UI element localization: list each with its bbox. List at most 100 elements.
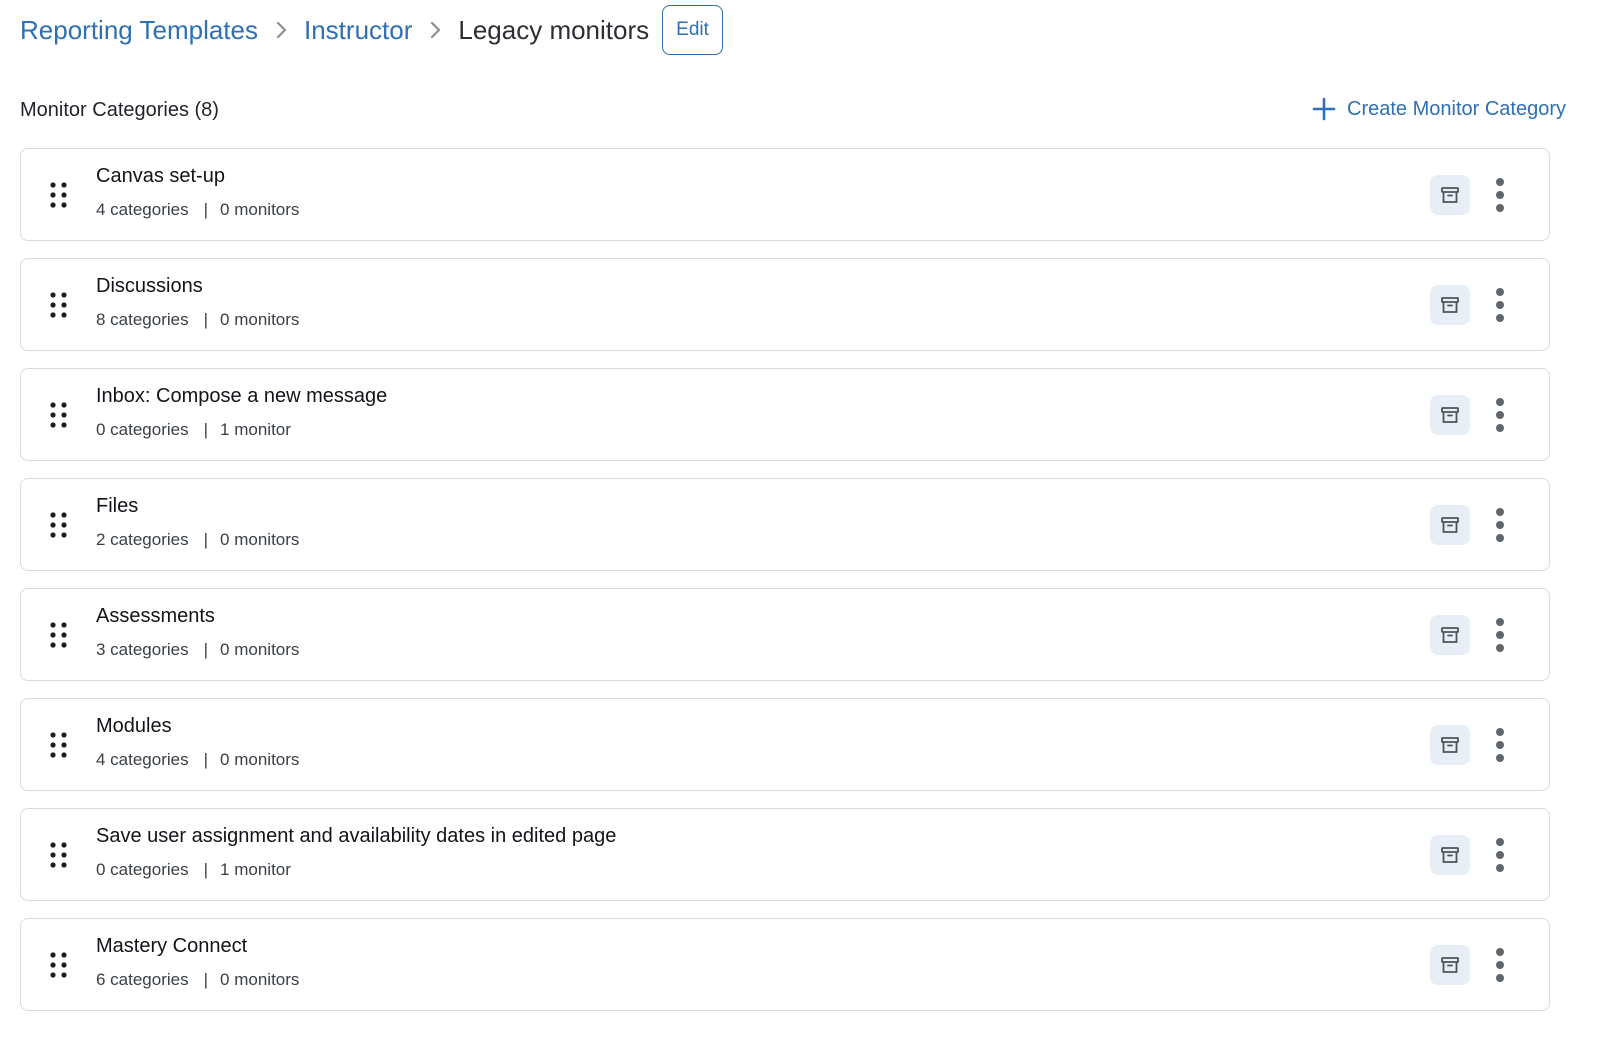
breadcrumb-link-reporting-templates[interactable]: Reporting Templates	[20, 15, 258, 46]
archive-icon	[1441, 627, 1459, 643]
archive-button[interactable]	[1430, 505, 1470, 545]
more-vertical-icon	[1496, 618, 1504, 652]
edit-button[interactable]: Edit	[662, 5, 723, 55]
category-title[interactable]: Assessments	[96, 605, 215, 628]
category-title[interactable]: Inbox: Compose a new message	[96, 385, 387, 408]
drag-handle-icon[interactable]	[47, 510, 71, 540]
monitor-category-card[interactable]: Canvas set-up 4 categories | 0 monitors	[20, 148, 1550, 241]
category-title[interactable]: Mastery Connect	[96, 935, 247, 958]
chevron-right-icon	[412, 20, 458, 40]
monitor-count: 0 monitors	[220, 310, 300, 329]
monitor-category-card[interactable]: Save user assignment and availability da…	[20, 808, 1550, 901]
plus-icon	[1311, 96, 1337, 122]
category-count: 8 categories	[96, 310, 189, 329]
meta-separator: |	[203, 420, 209, 439]
drag-handle-icon[interactable]	[47, 840, 71, 870]
meta-separator: |	[203, 750, 209, 769]
archive-icon	[1441, 407, 1459, 423]
monitor-count: 1 monitor	[220, 860, 291, 879]
drag-handle-icon[interactable]	[47, 290, 71, 320]
monitor-category-card[interactable]: Assessments 3 categories | 0 monitors	[20, 588, 1550, 681]
archive-icon	[1441, 297, 1459, 313]
monitor-category-list: Canvas set-up 4 categories | 0 monitors …	[20, 148, 1550, 1028]
category-count: 4 categories	[96, 750, 189, 769]
more-options-button[interactable]	[1487, 725, 1513, 765]
drag-handle-icon[interactable]	[47, 620, 71, 650]
category-count: 0 categories	[96, 860, 189, 879]
page: Reporting Templates Instructor Legacy mo…	[0, 0, 1600, 1056]
category-meta: 4 categories | 0 monitors	[96, 750, 299, 770]
more-options-button[interactable]	[1487, 945, 1513, 985]
category-title[interactable]: Canvas set-up	[96, 165, 225, 188]
meta-separator: |	[203, 310, 209, 329]
more-vertical-icon	[1496, 728, 1504, 762]
category-title[interactable]: Modules	[96, 715, 172, 738]
category-meta: 4 categories | 0 monitors	[96, 200, 299, 220]
monitor-count: 1 monitor	[220, 420, 291, 439]
more-vertical-icon	[1496, 288, 1504, 322]
archive-button[interactable]	[1430, 395, 1470, 435]
more-options-button[interactable]	[1487, 505, 1513, 545]
more-options-button[interactable]	[1487, 175, 1513, 215]
category-title[interactable]: Files	[96, 495, 138, 518]
category-count: 0 categories	[96, 420, 189, 439]
category-meta: 8 categories | 0 monitors	[96, 310, 299, 330]
more-options-button[interactable]	[1487, 285, 1513, 325]
meta-separator: |	[203, 530, 209, 549]
archive-button[interactable]	[1430, 285, 1470, 325]
category-meta: 0 categories | 1 monitor	[96, 420, 291, 440]
more-vertical-icon	[1496, 398, 1504, 432]
more-options-button[interactable]	[1487, 615, 1513, 655]
monitor-count: 0 monitors	[220, 750, 300, 769]
more-vertical-icon	[1496, 838, 1504, 872]
create-monitor-category-button[interactable]: Create Monitor Category	[1311, 96, 1566, 122]
monitor-count: 0 monitors	[220, 970, 300, 989]
drag-handle-icon[interactable]	[47, 950, 71, 980]
more-options-button[interactable]	[1487, 395, 1513, 435]
meta-separator: |	[203, 640, 209, 659]
archive-icon	[1441, 187, 1459, 203]
category-title[interactable]: Discussions	[96, 275, 203, 298]
category-meta: 6 categories | 0 monitors	[96, 970, 299, 990]
category-count: 6 categories	[96, 970, 189, 989]
more-vertical-icon	[1496, 508, 1504, 542]
breadcrumb-link-instructor[interactable]: Instructor	[304, 15, 412, 46]
meta-separator: |	[203, 860, 209, 879]
monitor-category-card[interactable]: Files 2 categories | 0 monitors	[20, 478, 1550, 571]
drag-handle-icon[interactable]	[47, 730, 71, 760]
breadcrumb-current-page: Legacy monitors	[458, 14, 650, 45]
archive-button[interactable]	[1430, 175, 1470, 215]
category-meta: 2 categories | 0 monitors	[96, 530, 299, 550]
monitor-count: 0 monitors	[220, 640, 300, 659]
more-vertical-icon	[1496, 948, 1504, 982]
meta-separator: |	[203, 200, 209, 219]
archive-button[interactable]	[1430, 835, 1470, 875]
archive-button[interactable]	[1430, 945, 1470, 985]
category-count: 2 categories	[96, 530, 189, 549]
monitor-category-card[interactable]: Mastery Connect 6 categories | 0 monitor…	[20, 918, 1550, 1011]
category-count: 4 categories	[96, 200, 189, 219]
chevron-right-icon	[258, 20, 304, 40]
category-title[interactable]: Save user assignment and availability da…	[96, 825, 616, 848]
more-vertical-icon	[1496, 178, 1504, 212]
meta-separator: |	[203, 970, 209, 989]
category-meta: 3 categories | 0 monitors	[96, 640, 299, 660]
category-count: 3 categories	[96, 640, 189, 659]
create-monitor-category-label: Create Monitor Category	[1347, 97, 1566, 120]
monitor-category-card[interactable]: Discussions 8 categories | 0 monitors	[20, 258, 1550, 351]
drag-handle-icon[interactable]	[47, 180, 71, 210]
archive-button[interactable]	[1430, 725, 1470, 765]
monitor-category-card[interactable]: Modules 4 categories | 0 monitors	[20, 698, 1550, 791]
monitor-count: 0 monitors	[220, 200, 300, 219]
monitor-category-card[interactable]: Inbox: Compose a new message 0 categorie…	[20, 368, 1550, 461]
archive-icon	[1441, 957, 1459, 973]
breadcrumb: Reporting Templates Instructor Legacy mo…	[20, 4, 723, 56]
section-title: Monitor Categories (8)	[20, 99, 219, 121]
archive-icon	[1441, 737, 1459, 753]
category-meta: 0 categories | 1 monitor	[96, 860, 291, 880]
drag-handle-icon[interactable]	[47, 400, 71, 430]
more-options-button[interactable]	[1487, 835, 1513, 875]
archive-button[interactable]	[1430, 615, 1470, 655]
archive-icon	[1441, 517, 1459, 533]
monitor-count: 0 monitors	[220, 530, 300, 549]
